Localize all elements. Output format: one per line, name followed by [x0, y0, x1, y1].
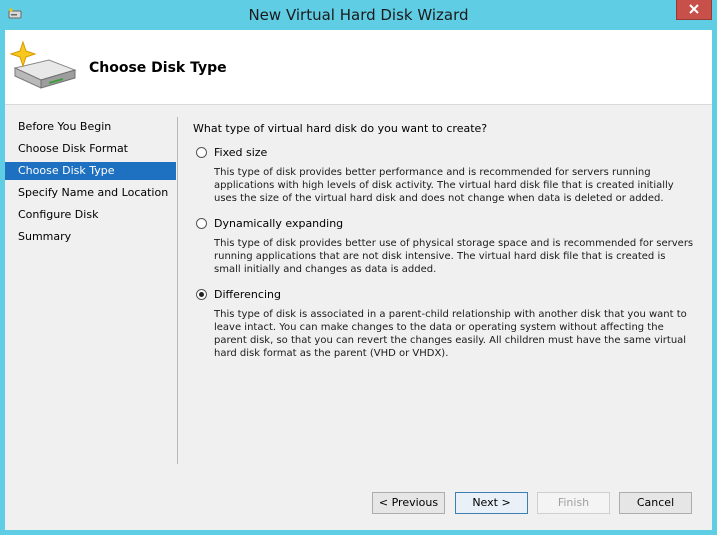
dynamically-expanding-label[interactable]: Dynamically expanding [214, 217, 343, 230]
wizard-window: New Virtual Hard Disk Wizard Choose Disk… [0, 0, 717, 535]
finish-button: Finish [537, 492, 610, 514]
step-choose-disk-format[interactable]: Choose Disk Format [5, 140, 176, 158]
fixed-size-description: This type of disk provides better perfor… [214, 167, 674, 204]
differencing-description: This type of disk is associated in a par… [214, 309, 687, 359]
step-before-you-begin[interactable]: Before You Begin [5, 118, 176, 136]
dynamically-expanding-description: This type of disk provides better use of… [214, 238, 694, 275]
disk-type-question: What type of virtual hard disk do you wa… [193, 122, 488, 135]
step-choose-disk-type[interactable]: Choose Disk Type [5, 162, 176, 180]
wizard-steps-nav: Before You Begin Choose Disk Format Choo… [5, 105, 180, 530]
close-icon [689, 3, 699, 17]
step-configure-disk[interactable]: Configure Disk [5, 206, 176, 224]
differencing-radio[interactable] [196, 289, 207, 300]
radio-selected-dot [199, 292, 204, 297]
wizard-client-area: Choose Disk Type Before You Begin Choose… [5, 30, 712, 530]
close-button[interactable] [676, 0, 712, 20]
window-title: New Virtual Hard Disk Wizard [248, 6, 469, 24]
fixed-size-radio[interactable] [196, 147, 207, 158]
step-specify-name-location[interactable]: Specify Name and Location [5, 184, 176, 202]
next-button[interactable]: Next > [455, 492, 528, 514]
steps-divider [177, 117, 178, 464]
wizard-button-bar: < Previous Next > Finish Cancel [5, 475, 712, 530]
hard-disk-sparkle-icon [9, 38, 77, 94]
page-title: Choose Disk Type [89, 60, 227, 76]
step-summary[interactable]: Summary [5, 228, 176, 246]
title-bar[interactable]: New Virtual Hard Disk Wizard [0, 0, 717, 30]
wizard-header: Choose Disk Type [5, 30, 712, 105]
dynamically-expanding-radio[interactable] [196, 218, 207, 229]
previous-button[interactable]: < Previous [372, 492, 445, 514]
cancel-button[interactable]: Cancel [619, 492, 692, 514]
differencing-label[interactable]: Differencing [214, 288, 281, 301]
fixed-size-label[interactable]: Fixed size [214, 146, 267, 159]
